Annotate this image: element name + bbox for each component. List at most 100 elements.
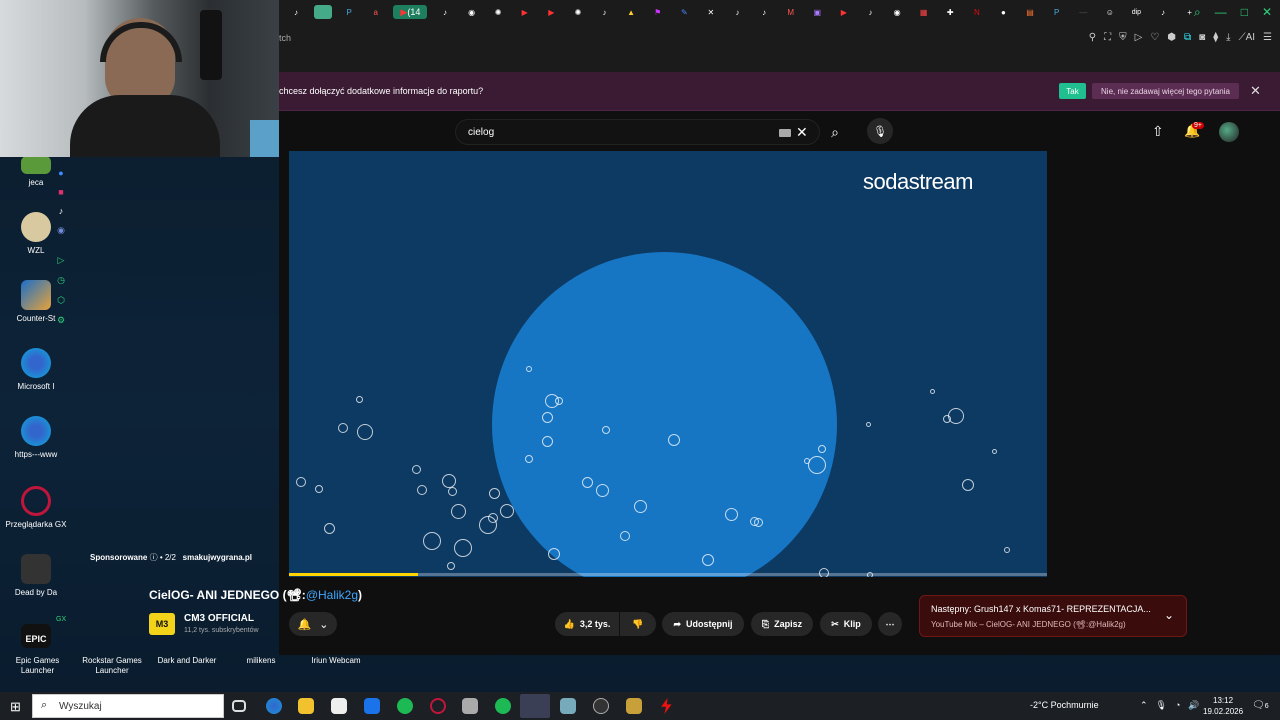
chevron-down-icon[interactable]: ⌄	[1164, 608, 1174, 622]
tiktok-icon[interactable]: ♪	[59, 206, 64, 216]
obs-taskbar-icon[interactable]	[593, 698, 609, 714]
like-button[interactable]: 👍 3,2 tys.	[555, 612, 619, 636]
camera-icon[interactable]: ◙	[1199, 32, 1205, 43]
desktop-icon-opera-gx[interactable]: Przeglądarka GX	[0, 486, 72, 530]
clear-search-icon[interactable]: ✕	[796, 124, 808, 141]
progress-bar[interactable]	[289, 573, 1047, 576]
tab-orange-icon[interactable]: ▤	[1021, 5, 1039, 19]
game-taskbar-icon[interactable]	[626, 698, 642, 714]
ai-button[interactable]: ⟋AI	[1239, 32, 1255, 43]
save-button[interactable]: ⎘ Zapisz	[751, 612, 813, 636]
tab-twitch-icon[interactable]: ▣	[808, 5, 826, 19]
channel-logo[interactable]: M3	[149, 613, 175, 635]
spotify-taskbar-icon[interactable]	[397, 698, 413, 714]
tray-volume-icon[interactable]: 🔊	[1188, 700, 1199, 711]
extensions-icon[interactable]: ⬡	[57, 295, 65, 306]
more-actions-button[interactable]: ⋯	[878, 612, 902, 636]
task-view-icon[interactable]	[232, 700, 246, 712]
close-window-icon[interactable]: ✕	[1262, 5, 1272, 20]
tray-chevron-icon[interactable]: ⌃	[1140, 700, 1148, 711]
notepad-taskbar-icon[interactable]	[560, 698, 576, 714]
share-button[interactable]: ➦ Udostępnij	[662, 612, 744, 636]
tab-stripes-icon[interactable]	[313, 5, 332, 19]
tab-tiktok7-icon[interactable]: ♪	[1154, 5, 1172, 19]
desktop-icon-microsoft-edge[interactable]: Microsoft I	[0, 348, 72, 392]
desktop-label-epic[interactable]: Epic Games Launcher	[10, 656, 65, 676]
extension-icon[interactable]: ⧫	[1213, 32, 1218, 43]
operagx-taskbar-icon[interactable]	[520, 694, 550, 718]
tab-yt3-icon[interactable]: ▶	[542, 5, 560, 19]
tab-tiktok-icon[interactable]: ♪	[287, 5, 305, 19]
tab-blank-icon[interactable]: —	[1074, 5, 1092, 19]
tab-puzzle-icon[interactable]: ✚	[941, 5, 959, 19]
desktop-label-dark-and-darker[interactable]: Dark and Darker	[154, 656, 220, 666]
explorer-taskbar-icon[interactable]	[298, 698, 314, 714]
search-button[interactable]: ⌕	[820, 119, 850, 145]
pin-icon[interactable]: ⚲	[1089, 32, 1096, 43]
info-icon[interactable]: ⓘ	[150, 553, 160, 562]
subscription-bell-button[interactable]: 🔔 ⌄	[289, 612, 337, 636]
keyboard-icon[interactable]	[779, 129, 791, 137]
vpn-icon[interactable]: ⧉	[1184, 32, 1191, 43]
shield-icon[interactable]: ⛨	[1119, 32, 1127, 43]
desktop-icon-https-www[interactable]: https---www	[0, 416, 72, 460]
player-icon[interactable]: ▷	[58, 255, 65, 266]
tab-openai-icon[interactable]: ✺	[489, 5, 507, 19]
tab-flag-icon[interactable]: ⚑	[649, 5, 667, 19]
tab-dot-icon[interactable]: ●	[994, 5, 1012, 19]
messenger-icon[interactable]: ●	[58, 168, 63, 178]
tab-chrome2-icon[interactable]: ◉	[888, 5, 906, 19]
desktop-label-rockstar[interactable]: Rockstar Games Launcher	[80, 656, 144, 676]
tab-calendar-icon[interactable]: ▦	[915, 5, 933, 19]
tab-tiktok5-icon[interactable]: ♪	[755, 5, 773, 19]
opera-taskbar-icon[interactable]	[430, 698, 446, 714]
mail-taskbar-icon[interactable]	[364, 698, 380, 714]
tab-x-icon[interactable]: ✕	[702, 5, 720, 19]
channel-name[interactable]: CM3 OFFICIAL	[184, 613, 254, 624]
tab-dip-icon[interactable]: dip	[1127, 5, 1145, 19]
minimize-icon[interactable]: —	[1215, 5, 1227, 20]
screenshot-icon[interactable]: ⛶	[1104, 32, 1111, 43]
search-input[interactable]: cielog ✕	[455, 119, 820, 145]
store-taskbar-icon[interactable]	[331, 698, 347, 714]
app-taskbar-icon[interactable]	[462, 698, 478, 714]
voice-search-button[interactable]: 🎙	[867, 118, 893, 144]
desktop-label-iriun[interactable]: Iriun Webcam	[300, 656, 372, 666]
cube-icon[interactable]: ⬢	[1167, 32, 1176, 43]
weather-widget[interactable]: -2°C Pochmurnie	[1030, 700, 1099, 710]
desktop-label-milikens[interactable]: milikens	[236, 656, 286, 666]
notification-center-icon[interactable]: 🗨6	[1252, 700, 1269, 711]
taskbar-search-input[interactable]: ⌕ Wyszukaj	[32, 694, 224, 718]
instagram-icon[interactable]: ■	[58, 187, 63, 197]
next-up-card[interactable]: Następny: Grush147 x Komaś71- REPREZENTA…	[919, 595, 1187, 637]
tab-gmail-icon[interactable]: M	[782, 5, 800, 19]
tab-emoji-icon[interactable]: ☺	[1101, 5, 1119, 19]
play-icon[interactable]: ▷	[1135, 32, 1143, 43]
desktop-icon-epic-games[interactable]: EPIC	[0, 624, 72, 652]
dislike-button[interactable]: 👎	[620, 612, 656, 636]
maximize-icon[interactable]: □	[1241, 5, 1248, 20]
tab-tiktok2-icon[interactable]: ♪	[436, 5, 454, 19]
title-mention-link[interactable]: @Halik2g	[306, 588, 358, 602]
video-player[interactable]: sodastream	[289, 151, 1047, 577]
tab-p2-icon[interactable]: P	[1048, 5, 1066, 19]
tab-tiktok3-icon[interactable]: ♪	[596, 5, 614, 19]
tab-netflix-icon[interactable]: N	[968, 5, 986, 19]
spotify2-taskbar-icon[interactable]	[495, 698, 511, 714]
discord-icon[interactable]: ◉	[57, 225, 65, 236]
clock[interactable]: 13:12 19.02.2026	[1203, 695, 1243, 717]
avatar[interactable]	[1219, 122, 1239, 142]
tab-yt2-icon[interactable]: ▶	[516, 5, 534, 19]
yes-button[interactable]: Tak	[1059, 83, 1086, 99]
tab-drive-icon[interactable]: ▲	[622, 5, 640, 19]
tray-network-icon[interactable]: ◔	[1175, 700, 1180, 711]
download-icon[interactable]: ⤓	[1226, 32, 1230, 43]
search-tabs-icon[interactable]: ⌕	[1194, 5, 1201, 20]
sponsor-site[interactable]: smakujwygrana.pl	[183, 553, 252, 562]
desktop-icon-dead-by-daylight[interactable]: Dead by Da	[0, 554, 72, 598]
tray-mic-icon[interactable]: 🎙	[1156, 700, 1167, 711]
history-icon[interactable]: ◷	[57, 275, 65, 286]
start-button[interactable]: ⊞	[10, 699, 21, 715]
edge-taskbar-icon[interactable]	[266, 698, 282, 714]
close-icon[interactable]: ✕	[1250, 83, 1261, 99]
